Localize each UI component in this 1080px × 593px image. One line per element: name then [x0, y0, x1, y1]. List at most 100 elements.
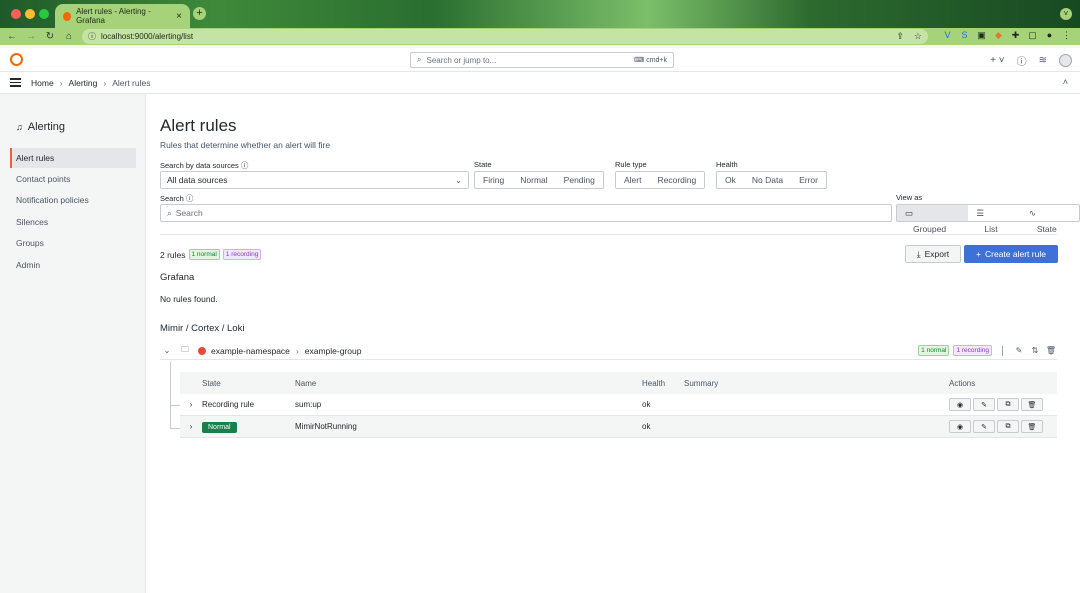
window-zoom-control[interactable]: [39, 9, 49, 19]
no-rules-message: No rules found.: [160, 294, 218, 304]
rule-type-filter-label: Rule type: [615, 160, 647, 169]
rule-type-filter-group: Alert Recording: [615, 171, 706, 189]
edit-group-icon[interactable]: ✎: [1013, 346, 1025, 355]
menu-toggle-icon[interactable]: [10, 76, 21, 89]
breadcrumb-alerting[interactable]: Alerting: [69, 78, 98, 88]
site-info-icon[interactable]: ⓘ: [88, 31, 96, 42]
bookmark-star-icon[interactable]: ☆: [914, 31, 922, 42]
health-option-no-data[interactable]: No Data: [744, 172, 791, 188]
breadcrumb-home[interactable]: Home: [31, 78, 54, 88]
url-text: localhost:9000/alerting/list: [101, 32, 194, 41]
create-alert-rule-button[interactable]: + Create alert rule: [964, 245, 1058, 263]
health-filter-group: Ok No Data Error: [716, 171, 827, 189]
tab-close-icon[interactable]: ×: [176, 11, 182, 22]
page-title: Alert rules: [160, 116, 237, 135]
sidebar-item-alert-rules[interactable]: Alert rules: [10, 148, 136, 168]
global-search-input[interactable]: ⌕ Search or jump to... ⌨ cmd+k: [410, 52, 674, 68]
health-option-error[interactable]: Error: [791, 172, 826, 188]
expand-row-icon[interactable]: ›: [180, 400, 202, 409]
info-icon: ⓘ: [185, 194, 194, 203]
grafana-favicon-icon: [63, 11, 72, 21]
section-nav-title-text: Alerting: [27, 121, 66, 133]
delete-rule-button[interactable]: 🗑: [1021, 398, 1043, 411]
back-arrow-icon[interactable]: ←: [5, 31, 19, 42]
view-rule-button[interactable]: ◉: [949, 398, 971, 411]
extensions-puzzle-icon[interactable]: ✚: [1010, 30, 1021, 41]
rule-type-option-alert[interactable]: Alert: [616, 172, 649, 188]
table-row[interactable]: › Normal MimirNotRunning ok ◉ ✎ ⧉ 🗑: [180, 416, 1057, 438]
view-option-grouped[interactable]: ▭ Grouped: [897, 205, 969, 234]
datasource-select[interactable]: All data sources ⌄: [160, 171, 469, 189]
duplicate-rule-button[interactable]: ⧉: [997, 420, 1019, 433]
view-option-list[interactable]: ☰ List: [968, 205, 1020, 234]
copy-icon: ⧉: [1005, 422, 1011, 430]
delete-group-icon[interactable]: 🗑: [1045, 346, 1057, 355]
sidebar-item-groups[interactable]: Groups: [10, 233, 136, 253]
duplicate-rule-button[interactable]: ⧉: [997, 398, 1019, 411]
state-option-normal[interactable]: Normal: [512, 172, 555, 188]
edit-rule-button[interactable]: ✎: [973, 398, 995, 411]
state-badge: Normal: [202, 422, 237, 433]
tab-search-icon[interactable]: ˅: [1060, 8, 1072, 20]
sidebar-item-notification-policies[interactable]: Notification policies: [10, 190, 136, 210]
export-button[interactable]: ⤓ Export: [905, 245, 961, 263]
section-nav-title: ♫ Alerting: [16, 121, 65, 133]
user-avatar[interactable]: [1059, 54, 1072, 67]
sidebar-item-contact-points[interactable]: Contact points: [10, 169, 136, 189]
mimir-section-title: Mimir / Cortex / Loki: [160, 323, 245, 334]
help-icon[interactable]: ⓘ: [1017, 53, 1027, 68]
window-minimize-control[interactable]: [25, 9, 35, 19]
sidebar-item-admin[interactable]: Admin: [10, 255, 136, 275]
namespace-name: example-namespace: [211, 345, 290, 356]
extension-s-icon[interactable]: S: [959, 30, 970, 41]
news-rss-icon[interactable]: ≋: [1039, 55, 1047, 66]
keyboard-shortcut-hint: ⌨ cmd+k: [634, 57, 667, 64]
collapse-header-icon[interactable]: ˄: [1063, 77, 1068, 87]
breadcrumb-separator: ›: [103, 77, 107, 88]
add-new-button[interactable]: + ˅: [990, 55, 1004, 66]
extension-fox-icon[interactable]: ◆: [993, 30, 1004, 41]
tree-line: [170, 428, 180, 429]
rule-search-input[interactable]: ⌕ Search: [160, 204, 892, 222]
delete-rule-button[interactable]: 🗑: [1021, 420, 1043, 433]
grafana-logo-icon[interactable]: [10, 53, 23, 66]
state-option-pending[interactable]: Pending: [556, 172, 603, 188]
share-icon[interactable]: ⇪: [896, 31, 904, 42]
search-label: Search ⓘ: [160, 194, 194, 203]
info-icon: ⓘ: [240, 161, 249, 170]
table-row[interactable]: › Recording rule sum:up ok ◉ ✎ ⧉ 🗑: [180, 394, 1057, 416]
extension-v-icon[interactable]: V: [942, 30, 953, 41]
forward-arrow-icon[interactable]: →: [24, 31, 38, 42]
state-option-firing[interactable]: Firing: [475, 172, 512, 188]
home-icon[interactable]: ⌂: [62, 31, 76, 42]
view-option-state[interactable]: ∿ State: [1021, 205, 1079, 234]
view-as-group: ▭ Grouped ☰ List ∿ State: [896, 204, 1080, 234]
rule-type-option-recording[interactable]: Recording: [649, 172, 704, 188]
table-header: State Name Health Summary Actions: [180, 372, 1057, 394]
view-rule-button[interactable]: ◉: [949, 420, 971, 433]
expand-row-icon[interactable]: ›: [180, 422, 202, 431]
reorder-icon[interactable]: ⇅: [1029, 346, 1041, 355]
new-tab-button[interactable]: +: [193, 7, 206, 20]
copy-icon: ⧉: [1005, 400, 1011, 408]
browser-menu-icon[interactable]: ⋮: [1061, 30, 1072, 41]
reload-icon[interactable]: ↻: [43, 31, 57, 42]
browser-tab[interactable]: Alert rules - Alerting - Grafana ×: [55, 4, 190, 28]
profile-avatar-icon[interactable]: ●: [1044, 30, 1055, 41]
sidebar-panel-icon[interactable]: ▢: [1027, 30, 1038, 41]
window-close-control[interactable]: [11, 9, 21, 19]
download-icon: ⤓: [916, 248, 921, 259]
extension-cube-icon[interactable]: ▣: [976, 30, 987, 41]
group-name: example-group: [304, 345, 362, 356]
breadcrumb-separator: ›: [59, 77, 63, 88]
page-subtitle: Rules that determine whether an alert wi…: [160, 140, 331, 150]
chevron-down-icon[interactable]: ⌄: [160, 346, 174, 355]
group-normal-badge: 1 normal: [918, 345, 950, 356]
health-option-ok[interactable]: Ok: [717, 172, 744, 188]
rule-health: ok: [642, 400, 651, 409]
sidebar-item-silences[interactable]: Silences: [10, 212, 136, 232]
edit-rule-button[interactable]: ✎: [973, 420, 995, 433]
rule-group-header: ⌄ 🗀 example-namespace › example-group 1 …: [160, 342, 1057, 360]
search-icon: ⌕: [167, 207, 172, 218]
url-field[interactable]: ⓘ localhost:9000/alerting/list ⇪ ☆: [82, 29, 928, 44]
